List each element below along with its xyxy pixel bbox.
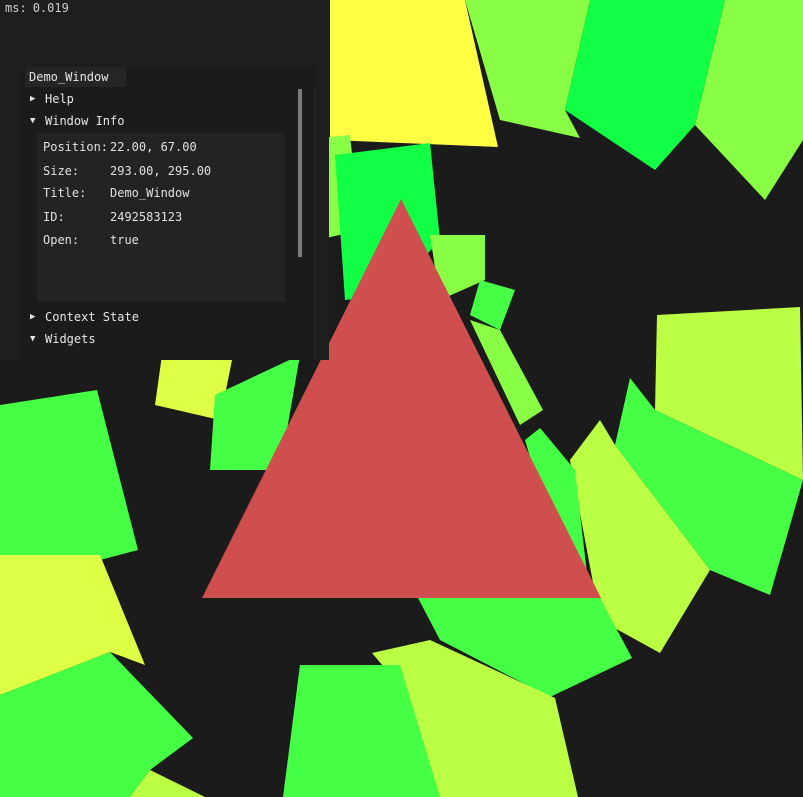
info-value: true	[110, 233, 139, 247]
info-row-title: Title: Demo_Window	[43, 186, 189, 204]
ms-value: 0.019	[32, 1, 69, 15]
info-row-size: Size: 293.00, 295.00	[43, 164, 211, 182]
quad	[0, 390, 138, 560]
info-value: 2492583123	[110, 210, 183, 224]
info-value: 22.00, 67.00	[110, 140, 197, 154]
window-title-bar[interactable]: Demo_Window	[22, 67, 315, 87]
tree-node-label: Window Info	[45, 114, 125, 128]
arrow-down-icon: ▼	[30, 334, 36, 344]
tree-node-help[interactable]: ▶ Help	[30, 89, 74, 109]
ms-label: ms:	[5, 1, 27, 15]
tree-node-label: Help	[45, 92, 74, 106]
quad	[565, 0, 725, 170]
arrow-right-icon: ▶	[30, 312, 36, 322]
vertical-scrollbar[interactable]	[296, 87, 304, 340]
info-label: Size:	[43, 164, 80, 178]
info-label: Open:	[43, 233, 80, 247]
tree-node-window-info[interactable]: ▼ Window Info	[30, 111, 124, 131]
info-label: Title:	[43, 186, 87, 200]
window-title-tab[interactable]: Demo_Window	[25, 67, 127, 87]
info-row-position: Position: 22.00, 67.00	[43, 140, 197, 158]
demo-window[interactable]: Demo_Window ▶ Help ▼ Window Info Positio…	[22, 67, 315, 360]
info-label: ID:	[43, 210, 65, 224]
info-row-open: Open: true	[43, 233, 139, 251]
frame-time-readout: ms: 0.019	[5, 1, 69, 15]
tree-node-label: Widgets	[45, 332, 96, 346]
arrow-right-icon: ▶	[30, 94, 36, 104]
tree-node-label: Context State	[45, 310, 139, 324]
arrow-down-icon: ▼	[30, 116, 36, 126]
scrollbar-thumb[interactable]	[298, 89, 302, 257]
info-row-id: ID: 2492583123	[43, 210, 182, 228]
tree-node-context-state[interactable]: ▶ Context State	[30, 307, 139, 327]
info-value: 293.00, 295.00	[110, 164, 212, 178]
info-label: Position:	[43, 140, 109, 154]
tree-node-widgets[interactable]: ▼ Widgets	[30, 329, 96, 349]
info-value: Demo_Window	[110, 186, 190, 200]
window-info-panel: Position: 22.00, 67.00 Size: 293.00, 295.0…	[37, 133, 285, 302]
